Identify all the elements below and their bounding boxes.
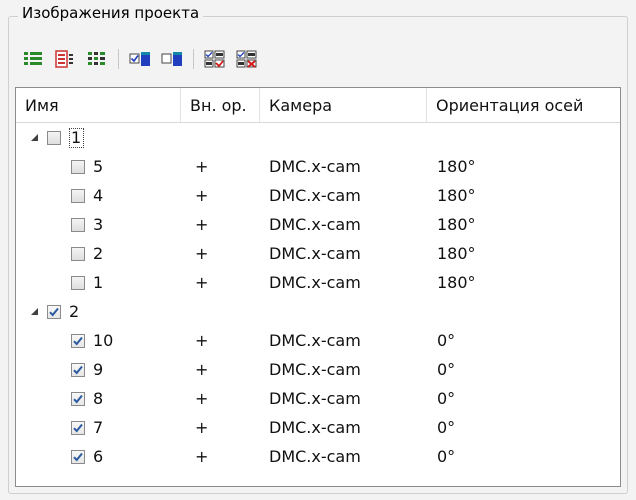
select-none-list-icon[interactable] [52, 46, 78, 72]
invert-list-icon[interactable] [84, 46, 110, 72]
tree-cell-name: 2 [16, 239, 181, 268]
image-name: 6 [93, 447, 104, 466]
axis-orientation-cell: 180° [437, 273, 476, 292]
tree-cell-name: 6 [16, 442, 181, 471]
camera-cell: DMC.x-cam [269, 360, 361, 379]
group-label: 1 [69, 127, 85, 148]
image-name: 9 [93, 360, 104, 379]
toolbar [20, 44, 260, 74]
camera-cell: DMC.x-cam [269, 273, 361, 292]
image-checkbox[interactable] [71, 449, 85, 464]
axis-orientation-cell: 0° [437, 360, 456, 379]
inner-orientation-cell: + [195, 389, 209, 408]
uncheck-selected-icon[interactable] [159, 46, 185, 72]
camera-cell: DMC.x-cam [269, 244, 361, 263]
inner-orientation-cell: + [195, 418, 209, 437]
image-checkbox[interactable] [71, 420, 85, 435]
image-name: 5 [93, 157, 104, 176]
group-checkbox[interactable] [47, 130, 61, 145]
image-checkbox[interactable] [71, 217, 85, 232]
camera-cell: DMC.x-cam [269, 447, 361, 466]
image-checkbox[interactable] [71, 362, 85, 377]
image-name: 3 [93, 215, 104, 234]
uncheck-group-icon[interactable] [234, 46, 260, 72]
table-body: 1 5 + DMC.x-cam 180° 4 + DMC.x-cam 180° 3 + DMC.x-c… [16, 123, 620, 471]
image-checkbox[interactable] [71, 333, 85, 348]
image-name: 1 [93, 273, 104, 292]
image-checkbox[interactable] [71, 188, 85, 203]
camera-cell: DMC.x-cam [269, 389, 361, 408]
tree-cell-name: 9 [16, 355, 181, 384]
tree-item-row[interactable]: 6 + DMC.x-cam 0° [16, 442, 620, 471]
image-name: 10 [93, 331, 114, 350]
check-selected-icon[interactable] [127, 46, 153, 72]
image-name: 2 [93, 244, 104, 263]
image-name: 4 [93, 186, 104, 205]
camera-cell: DMC.x-cam [269, 418, 361, 437]
column-header-axis-orientation[interactable]: Ориентация осей [427, 88, 620, 122]
expand-collapse-icon[interactable] [29, 307, 39, 317]
select-all-list-icon[interactable] [20, 46, 46, 72]
tree-cell-name: 7 [16, 413, 181, 442]
images-tree-table: Имя Вн. ор. Камера Ориентация осей 1 5 + DM… [15, 87, 621, 487]
column-header-camera[interactable]: Камера [260, 88, 427, 122]
inner-orientation-cell: + [195, 273, 209, 292]
image-name: 8 [93, 389, 104, 408]
inner-orientation-cell: + [195, 157, 209, 176]
image-name: 7 [93, 418, 104, 437]
axis-orientation-cell: 180° [437, 157, 476, 176]
camera-cell: DMC.x-cam [269, 186, 361, 205]
inner-orientation-cell: + [195, 215, 209, 234]
group-checkbox[interactable] [47, 304, 61, 319]
tree-cell-name: 1 [16, 123, 181, 152]
axis-orientation-cell: 180° [437, 215, 476, 234]
tree-item-row[interactable]: 8 + DMC.x-cam 0° [16, 384, 620, 413]
axis-orientation-cell: 0° [437, 389, 456, 408]
tree-item-row[interactable]: 4 + DMC.x-cam 180° [16, 181, 620, 210]
image-checkbox[interactable] [71, 246, 85, 261]
table-header: Имя Вн. ор. Камера Ориентация осей [16, 88, 620, 123]
axis-orientation-cell: 180° [437, 186, 476, 205]
tree-cell-name: 1 [16, 268, 181, 297]
camera-cell: DMC.x-cam [269, 157, 361, 176]
tree-item-row[interactable]: 1 + DMC.x-cam 180° [16, 268, 620, 297]
tree-group-row[interactable]: 2 [16, 297, 620, 326]
tree-cell-name: 3 [16, 210, 181, 239]
group-label: 2 [69, 302, 80, 321]
group-title: Изображения проекта [18, 4, 204, 22]
axis-orientation-cell: 0° [437, 447, 456, 466]
inner-orientation-cell: + [195, 447, 209, 466]
inner-orientation-cell: + [195, 244, 209, 263]
toolbar-separator [193, 49, 194, 69]
image-checkbox[interactable] [71, 391, 85, 406]
tree-group-row[interactable]: 1 [16, 123, 620, 152]
tree-item-row[interactable]: 3 + DMC.x-cam 180° [16, 210, 620, 239]
tree-item-row[interactable]: 9 + DMC.x-cam 0° [16, 355, 620, 384]
column-header-name[interactable]: Имя [16, 88, 181, 122]
inner-orientation-cell: + [195, 360, 209, 379]
camera-cell: DMC.x-cam [269, 331, 361, 350]
expand-collapse-icon[interactable] [29, 133, 39, 143]
camera-cell: DMC.x-cam [269, 215, 361, 234]
tree-cell-name: 10 [16, 326, 181, 355]
inner-orientation-cell: + [195, 331, 209, 350]
tree-cell-name: 5 [16, 152, 181, 181]
tree-cell-name: 2 [16, 297, 181, 326]
toolbar-separator [118, 49, 119, 69]
tree-cell-name: 4 [16, 181, 181, 210]
image-checkbox[interactable] [71, 275, 85, 290]
tree-item-row[interactable]: 7 + DMC.x-cam 0° [16, 413, 620, 442]
tree-cell-name: 8 [16, 384, 181, 413]
check-group-icon[interactable] [202, 46, 228, 72]
axis-orientation-cell: 180° [437, 244, 476, 263]
image-checkbox[interactable] [71, 159, 85, 174]
column-header-inner-orientation[interactable]: Вн. ор. [181, 88, 260, 122]
axis-orientation-cell: 0° [437, 418, 456, 437]
tree-item-row[interactable]: 5 + DMC.x-cam 180° [16, 152, 620, 181]
inner-orientation-cell: + [195, 186, 209, 205]
tree-item-row[interactable]: 10 + DMC.x-cam 0° [16, 326, 620, 355]
tree-item-row[interactable]: 2 + DMC.x-cam 180° [16, 239, 620, 268]
axis-orientation-cell: 0° [437, 331, 456, 350]
